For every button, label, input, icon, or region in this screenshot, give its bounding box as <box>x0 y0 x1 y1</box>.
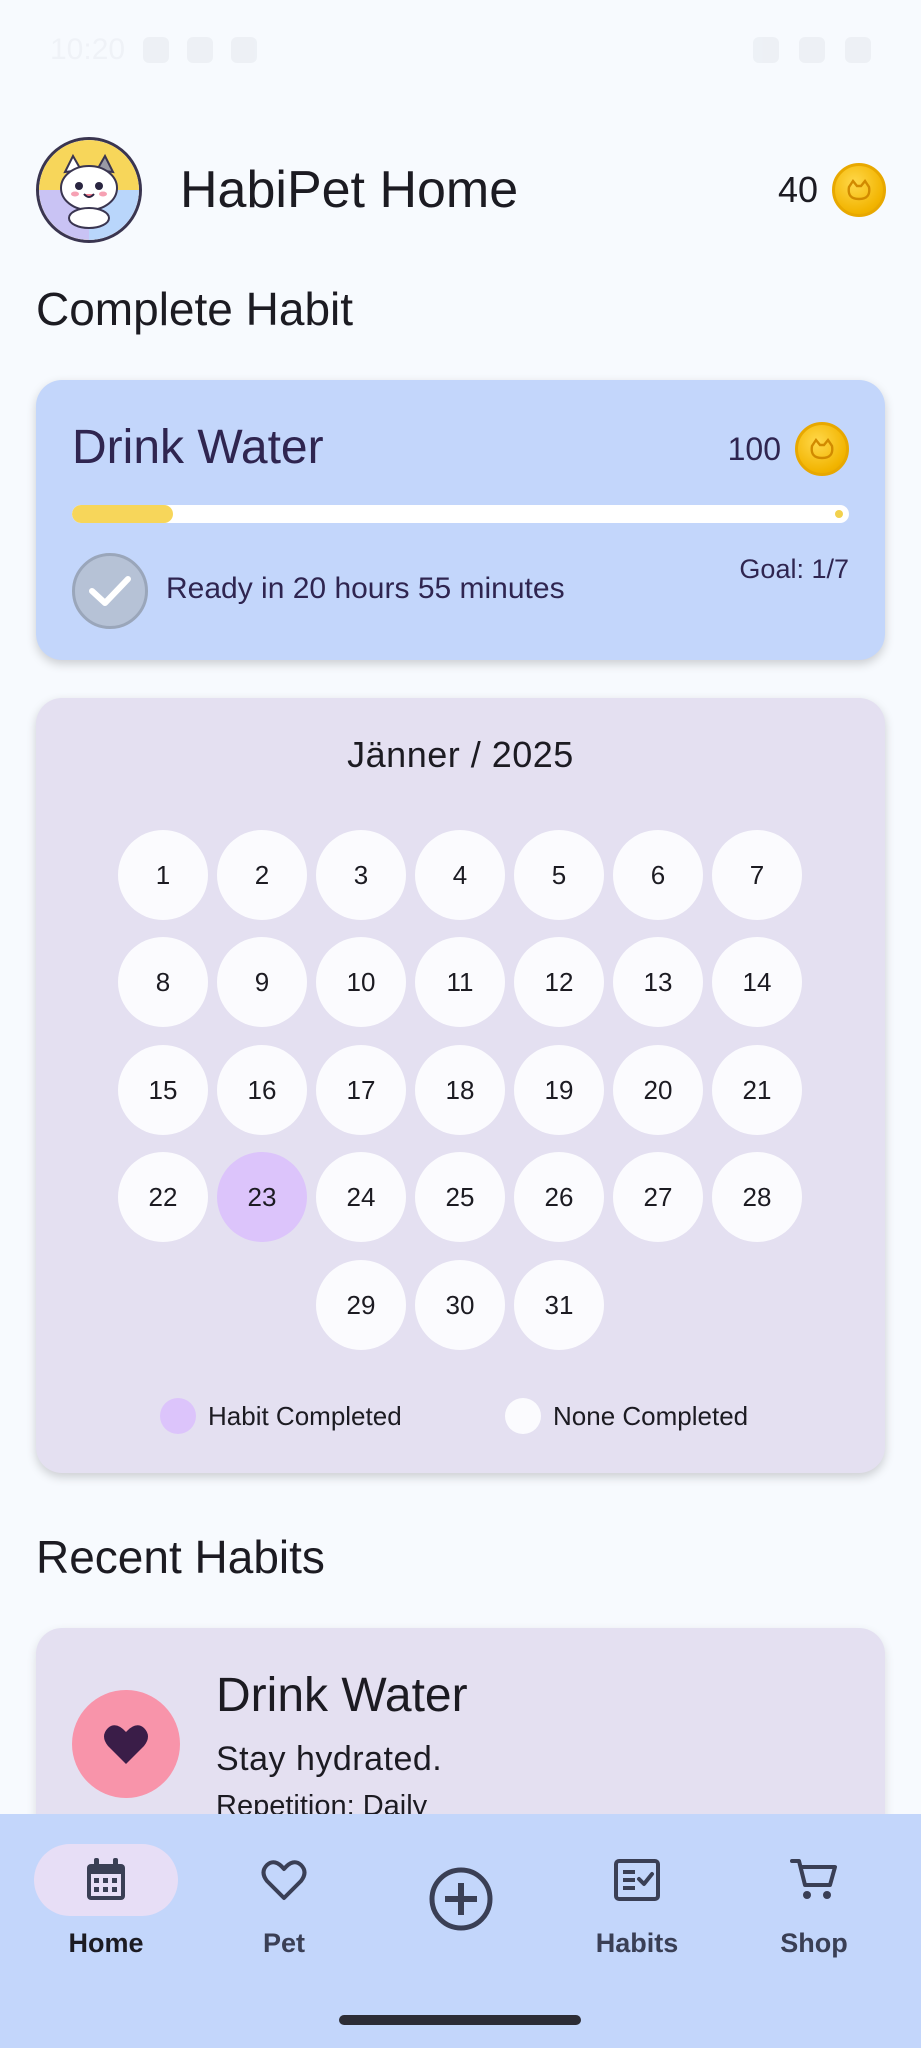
complete-habit-button[interactable] <box>72 553 148 629</box>
battery-icon <box>845 37 871 63</box>
calendar-day[interactable]: 25 <box>415 1152 505 1242</box>
nav-shop-label: Shop <box>780 1928 848 1958</box>
heart-outline-icon <box>212 1844 356 1916</box>
nav-add[interactable] <box>386 1844 536 1954</box>
nav-pet[interactable]: Pet <box>209 1844 359 1959</box>
calendar-month-label: Jänner / 2025 <box>347 734 574 775</box>
habit-card[interactable]: Drink Water 100 Ready in 20 hours 55 min… <box>36 380 885 660</box>
legend-completed-dot <box>160 1398 196 1434</box>
calendar-day[interactable]: 2 <box>217 830 307 920</box>
nav-pet-label: Pet <box>262 1928 306 1958</box>
calendar-day[interactable]: 4 <box>415 830 505 920</box>
calendar-day[interactable]: 30 <box>415 1260 505 1350</box>
calendar-day[interactable]: 29 <box>316 1260 406 1350</box>
habit-progress-fill <box>72 505 173 523</box>
coin-icon <box>832 163 886 217</box>
nav-habits[interactable]: Habits <box>562 1844 712 1959</box>
calendar-legend: Habit Completed None Completed <box>36 1398 885 1438</box>
home-indicator[interactable] <box>339 2015 581 2025</box>
complete-habit-heading: Complete Habit <box>36 283 354 335</box>
habit-ready-text: Ready in 20 hours 55 minutes <box>166 572 565 605</box>
nav-home-label: Home <box>68 1928 144 1958</box>
nav-home[interactable]: Home <box>31 1844 181 1959</box>
calendar-day[interactable]: 14 <box>712 937 802 1027</box>
legend-none-dot <box>505 1398 541 1434</box>
calendar-day[interactable]: 13 <box>613 937 703 1027</box>
calendar-day[interactable]: 17 <box>316 1045 406 1135</box>
calendar-day[interactable]: 15 <box>118 1045 208 1135</box>
bottom-navigation: Home Pet Habits Shop <box>0 1814 921 2048</box>
calendar-day[interactable]: 7 <box>712 830 802 920</box>
notification-icon <box>231 37 258 63</box>
add-circle-icon <box>389 1844 533 1954</box>
cart-icon <box>742 1844 886 1916</box>
calendar-day[interactable]: 6 <box>613 830 703 920</box>
habit-goal-text: Goal: 1/7 <box>739 554 849 584</box>
nav-habits-label: Habits <box>595 1928 679 1958</box>
calendar-day[interactable]: 10 <box>316 937 406 1027</box>
checklist-icon <box>565 1844 709 1916</box>
coin-icon <box>795 422 849 476</box>
recent-habit-name: Drink Water <box>216 1669 468 1722</box>
habit-progress-bar <box>72 505 849 523</box>
signal-icon <box>799 37 825 63</box>
legend-completed-label: Habit Completed <box>208 1400 402 1431</box>
habit-name: Drink Water <box>72 421 324 474</box>
check-icon <box>89 576 131 606</box>
calendar-day[interactable]: 28 <box>712 1152 802 1242</box>
calendar-day[interactable]: 8 <box>118 937 208 1027</box>
calendar-day[interactable]: 19 <box>514 1045 604 1135</box>
notification-icon <box>187 37 214 63</box>
coin-balance-amount: 40 <box>777 169 818 210</box>
habit-reward-amount: 100 <box>727 430 781 467</box>
heart-icon <box>72 1690 180 1798</box>
habit-calendar: Jänner / 2025 1 2 3 4 5 6 7 8 9 10 11 12 13 14 15 16 17 1… <box>36 698 885 1473</box>
calendar-day[interactable]: 20 <box>613 1045 703 1135</box>
calendar-day[interactable]: 12 <box>514 937 604 1027</box>
calendar-day[interactable]: 31 <box>514 1260 604 1350</box>
calendar-day[interactable]: 21 <box>712 1045 802 1135</box>
calendar-day[interactable]: 16 <box>217 1045 307 1135</box>
recent-habit-description: Stay hydrated. <box>216 1740 443 1778</box>
calendar-day[interactable]: 3 <box>316 830 406 920</box>
calendar-icon <box>34 1844 178 1916</box>
calendar-day[interactable]: 11 <box>415 937 505 1027</box>
calendar-day[interactable]: 1 <box>118 830 208 920</box>
calendar-day[interactable]: 24 <box>316 1152 406 1242</box>
calendar-day[interactable]: 22 <box>118 1152 208 1242</box>
legend-completed: Habit Completed <box>160 1398 402 1434</box>
cat-avatar-icon[interactable] <box>36 137 142 243</box>
calendar-day[interactable]: 23 <box>217 1152 307 1242</box>
habit-reward: 100 <box>728 422 849 476</box>
nav-shop[interactable]: Shop <box>739 1844 889 1959</box>
calendar-day[interactable]: 26 <box>514 1152 604 1242</box>
legend-none: None Completed <box>505 1398 748 1434</box>
status-bar: 10:20 <box>0 0 921 100</box>
calendar-day[interactable]: 9 <box>217 937 307 1027</box>
calendar-day[interactable]: 27 <box>613 1152 703 1242</box>
coin-balance: 40 <box>778 163 886 217</box>
wifi-icon <box>753 37 779 63</box>
calendar-day[interactable]: 18 <box>415 1045 505 1135</box>
notification-icon <box>143 37 170 63</box>
app-header: HabiPet Home 40 <box>36 136 886 244</box>
recent-habits-heading: Recent Habits <box>36 1531 325 1583</box>
page-title: HabiPet Home <box>180 161 519 219</box>
legend-none-label: None Completed <box>553 1400 749 1431</box>
status-time: 10:20 <box>50 33 126 66</box>
progress-end-dot <box>835 510 843 518</box>
calendar-day[interactable]: 5 <box>514 830 604 920</box>
